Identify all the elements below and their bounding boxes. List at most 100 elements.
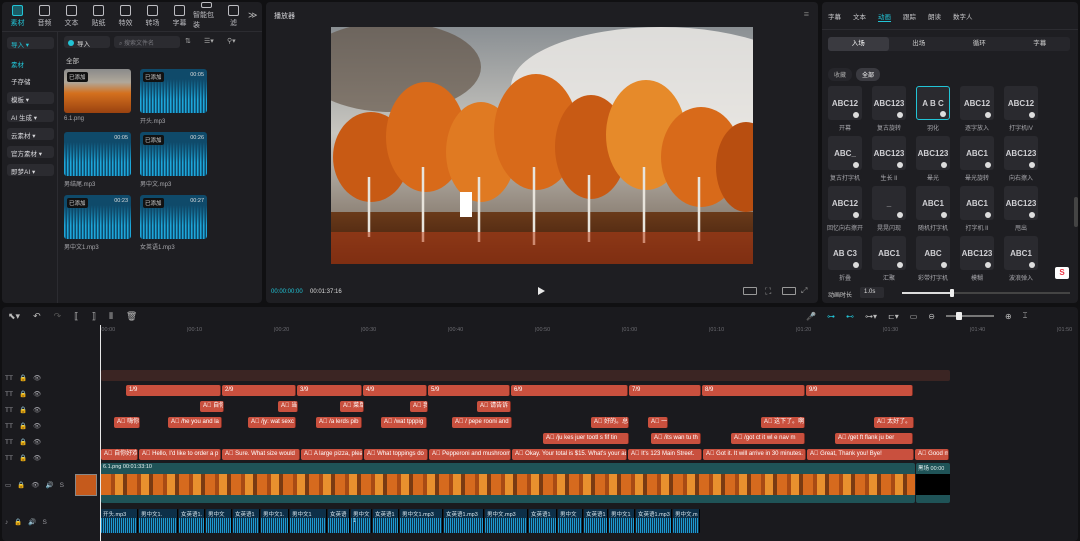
filter-1[interactable]: 全部 [856,68,881,81]
filter-icon[interactable]: ⚲▾ [227,37,236,45]
numbered-clip[interactable]: 4/9 [363,385,427,396]
subtitle-clip[interactable]: A⃞ Sure. What size would [222,449,300,460]
media-item-4[interactable]: 已添加 00:23 [64,195,131,239]
select-tool-icon[interactable]: ⬉▾ [8,311,20,322]
tool-5[interactable]: 转场 [139,2,166,30]
preview-axis-icon[interactable]: ⊏▾ [888,312,899,321]
mute-icon[interactable]: 🔊 [46,481,54,489]
anim-tile-1[interactable]: ABC123 [872,86,906,120]
media-item-2[interactable]: 00:05 [64,132,131,176]
eye-icon[interactable]: 👁 [31,481,39,489]
anim-tile-19[interactable]: ABC1 [1004,236,1038,270]
caption-icon[interactable]: ▭ [910,312,918,321]
zoom-slider[interactable] [945,312,994,320]
anim-duration-slider[interactable] [902,289,1070,297]
split-right-icon[interactable]: ⫴ [109,311,113,322]
toolbar-more-button[interactable]: ≫ [248,10,257,21]
view-icon[interactable]: ☰▾ [204,37,214,45]
left-nav-item-2[interactable]: 模板 ▾ [7,92,54,104]
subtitle-clip[interactable]: A⃞ Great, Thank you! Bye! [807,449,914,460]
anim-tile-11[interactable]: _ [872,186,906,220]
tool-3[interactable]: 贴纸 [85,2,112,30]
anim-tile-10[interactable]: ABC12 [828,186,862,220]
play-button[interactable] [538,287,545,295]
lock-icon[interactable]: 🔒 [19,438,27,446]
lock-icon[interactable]: 🔒 [19,422,27,430]
audio-clip[interactable]: 男中文.mp3 [485,509,528,533]
audio-clip[interactable]: 男中文1 [609,509,635,533]
text-clip[interactable]: A⃞ /get ft flank ju ber [835,433,913,444]
left-nav-item-3[interactable]: AI 生成 ▾ [7,110,54,122]
text-clip[interactable]: A⃞ 当然 [278,401,298,412]
import-nav[interactable]: 导入 ▾ [7,37,54,49]
audio-clip[interactable]: 男中文1. [261,509,289,533]
text-clip[interactable]: A⃞ / pepe rooni and [452,417,512,428]
split-icon[interactable]: ⟦ [74,311,78,322]
audio-clip[interactable]: 女英语1 [584,509,608,533]
delete-icon[interactable]: 🗑 [126,311,137,322]
text-clip[interactable]: A⃞ /its wan tu th [651,433,701,444]
crop-icon[interactable] [743,287,757,295]
link-icon[interactable]: ⊶▾ [865,312,877,321]
audio-clip[interactable]: 男中文1 [351,509,372,533]
anim-tile-13[interactable]: ABC1 [960,186,994,220]
right-tab-5[interactable]: 数字人 [953,11,973,22]
subtitle-clip[interactable]: A⃞ Hello, I'd like to order a p [139,449,221,460]
right-tab-0[interactable]: 字幕 [828,11,841,22]
eye-icon[interactable]: 👁 [33,454,41,462]
text-clip[interactable]: A⃞ 菜单 [340,401,364,412]
right-tab-3[interactable]: 跟踪 [903,11,916,22]
fit-timeline-icon[interactable]: ⌶ [1023,311,1028,321]
eye-icon[interactable]: 👁 [33,406,41,414]
right-tab-1[interactable]: 文本 [853,11,866,22]
numbered-clip[interactable]: 2/9 [222,385,296,396]
left-nav-item-0[interactable]: 素材 [7,57,54,69]
lock-icon[interactable]: 🔒 [19,406,27,414]
import-button[interactable]: 导入 [64,36,110,48]
media-item-3[interactable]: 已添加 00:26 [140,132,207,176]
text-clip[interactable]: A⃞ 嗨你 [114,417,140,428]
audio-clip[interactable]: 女英语1 [373,509,399,533]
subtitle-clip[interactable]: A⃞ Okay. Your total is $15. What's your … [512,449,627,460]
sub-tab-2[interactable]: 循环 [949,37,1010,51]
redo-icon[interactable]: ↷ [54,311,62,322]
search-input[interactable]: ⌕ 搜索文件名 [114,36,180,48]
anim-tile-18[interactable]: ABC123 [960,236,994,270]
subtitle-clip[interactable]: A⃞ It's 123 Main Street. [628,449,702,460]
audio-clip[interactable]: 女英语 [328,509,350,533]
media-item-0[interactable]: 已添加 [64,69,131,113]
tool-8[interactable]: 滤 [220,2,247,30]
player-menu-icon[interactable]: ≡ [804,9,809,19]
link-audio-icon[interactable]: ⊷ [846,312,854,321]
anim-duration-input[interactable]: 1.0s [860,287,884,298]
tool-6[interactable]: 字幕 [166,2,193,30]
sub-tab-0[interactable]: 入场 [828,37,889,51]
left-nav-item-6[interactable]: 即梦AI ▾ [7,164,54,176]
video-clip[interactable]: 6.1.png 00:01:33:10 [101,463,915,503]
sub-tab-1[interactable]: 出场 [889,37,950,51]
audio-clip[interactable]: 女英语1.mp3 [444,509,484,533]
eye-icon[interactable]: 👁 [33,438,41,446]
audio-clip[interactable]: 男中文1. [139,509,178,533]
fit-icon[interactable]: ⛶ [765,286,771,297]
anim-tile-9[interactable]: ABC123 [1004,136,1038,170]
anim-tile-15[interactable]: AB C3 [828,236,862,270]
text-clip[interactable]: A⃞ /jy: wat sexc [248,417,296,428]
anim-tile-5[interactable]: ABC_ [828,136,862,170]
filter-0[interactable]: 收藏 [828,68,853,81]
anim-tile-6[interactable]: ABC123 [872,136,906,170]
anim-tile-2[interactable]: A B C [916,86,950,120]
audio-clip[interactable]: 女英语1 [529,509,557,533]
text-clip[interactable]: A⃞ 自你 [200,401,224,412]
lock-icon[interactable]: 🔒 [19,454,27,462]
audio-clip[interactable]: 男中文1 [290,509,327,533]
lock-icon[interactable]: 🔒 [17,481,25,489]
right-tab-2[interactable]: 动画 [878,11,891,22]
subtitle-clip[interactable]: A⃞ 自你好欢迎 [101,449,138,460]
text-clip[interactable]: A⃞ /wat tpppig [381,417,427,428]
anim-tile-3[interactable]: ABC12 [960,86,994,120]
numbered-clip[interactable]: 1/9 [126,385,221,396]
text-clip[interactable]: A⃞ 请告诉 [477,401,511,412]
left-nav-item-1[interactable]: 子存储 [7,74,54,86]
audio-clip[interactable]: 男中文 [558,509,583,533]
